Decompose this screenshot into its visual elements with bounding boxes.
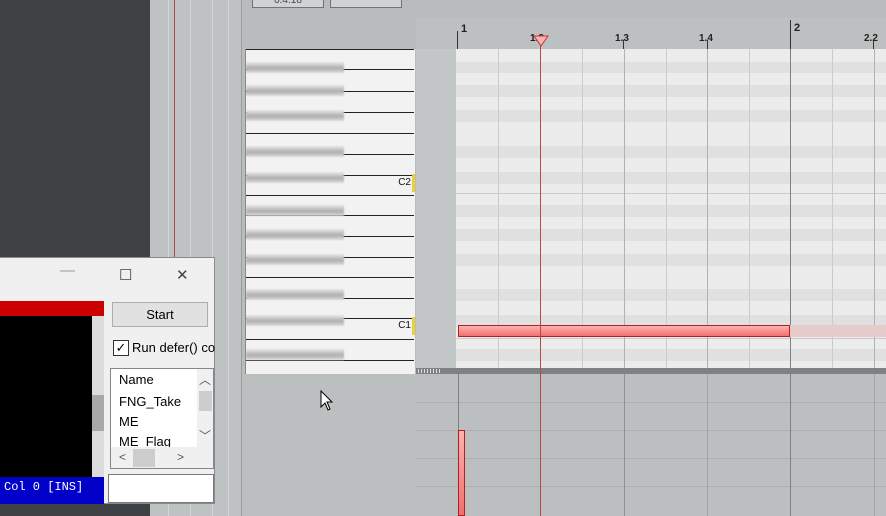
velocity-lane[interactable] xyxy=(416,374,886,516)
list-item[interactable]: ME xyxy=(119,414,139,429)
position-field[interactable]: 0.4.18 xyxy=(252,0,324,8)
chevron-down-icon[interactable]: ﹀ xyxy=(199,427,211,444)
ruler-label-1: 1 xyxy=(461,23,468,35)
note-label-c2: C2 xyxy=(398,177,411,188)
list-horizontal-thumb[interactable] xyxy=(133,449,155,467)
minimize-icon[interactable]: — xyxy=(60,262,75,279)
start-button[interactable]: Start xyxy=(112,302,208,327)
script-dialog: — ☐ ✕ Col 0 [INS] Start ✓ Run defer() co… xyxy=(0,257,215,504)
chevron-up-icon[interactable]: ︿ xyxy=(199,371,211,388)
chevron-right-icon[interactable]: > xyxy=(177,450,184,464)
black-key[interactable] xyxy=(246,289,344,300)
header-bar xyxy=(0,301,104,316)
length-field[interactable] xyxy=(330,0,402,8)
close-icon[interactable]: ✕ xyxy=(176,266,189,284)
playhead-icon[interactable] xyxy=(533,35,549,50)
chevron-left-icon[interactable]: < xyxy=(119,450,126,464)
black-key[interactable] xyxy=(246,62,344,73)
ruler-label-1-3: 1.3 xyxy=(615,33,629,44)
black-key[interactable] xyxy=(246,85,344,96)
piano-roll-grid[interactable] xyxy=(456,49,886,368)
defer-label: Run defer() co xyxy=(132,340,215,355)
black-key[interactable] xyxy=(246,315,344,326)
ruler-label-2: 2 xyxy=(794,22,801,34)
piano-keyboard[interactable]: C2 C1 xyxy=(245,49,415,374)
ruler-label-2-2: 2.2 xyxy=(864,33,878,44)
output-scroll-thumb[interactable] xyxy=(92,395,104,431)
list-item[interactable]: FNG_Take xyxy=(119,394,181,409)
grid-margin xyxy=(416,49,456,368)
list-item[interactable]: Name xyxy=(119,372,154,387)
black-key[interactable] xyxy=(246,205,344,216)
editor-status: Col 0 [INS] xyxy=(0,477,104,504)
defer-checkbox[interactable]: ✓ xyxy=(113,340,129,356)
play-cursor xyxy=(540,36,541,516)
splitter-grip-icon[interactable] xyxy=(418,369,442,373)
item-listbox[interactable]: Name FNG_Take ME ME_Flag ︿ ﹀ < > xyxy=(110,368,214,469)
list-vertical-thumb[interactable] xyxy=(199,391,212,411)
black-key[interactable] xyxy=(246,229,344,240)
timeline-ruler[interactable]: 1 1.2 1.3 1.4 2 2.2 xyxy=(416,18,886,49)
arrange-play-cursor xyxy=(174,0,175,260)
command-input[interactable] xyxy=(108,474,214,503)
black-key[interactable] xyxy=(246,349,344,360)
note-ghost xyxy=(790,325,886,337)
list-horizontal-scrollbar[interactable] xyxy=(111,447,213,468)
c1-marker xyxy=(412,317,415,335)
maximize-icon[interactable]: ☐ xyxy=(119,266,132,284)
mouse-pointer-icon xyxy=(320,389,334,417)
output-pane[interactable] xyxy=(0,316,92,478)
note-label-c1: C1 xyxy=(398,320,411,331)
black-key[interactable] xyxy=(246,254,344,265)
black-key[interactable] xyxy=(246,172,344,183)
ruler-label-1-4: 1.4 xyxy=(699,33,713,44)
c2-marker xyxy=(412,174,415,192)
midi-note[interactable] xyxy=(458,325,790,337)
black-key[interactable] xyxy=(246,110,344,121)
black-key[interactable] xyxy=(246,146,344,157)
velocity-bar[interactable] xyxy=(458,430,465,516)
